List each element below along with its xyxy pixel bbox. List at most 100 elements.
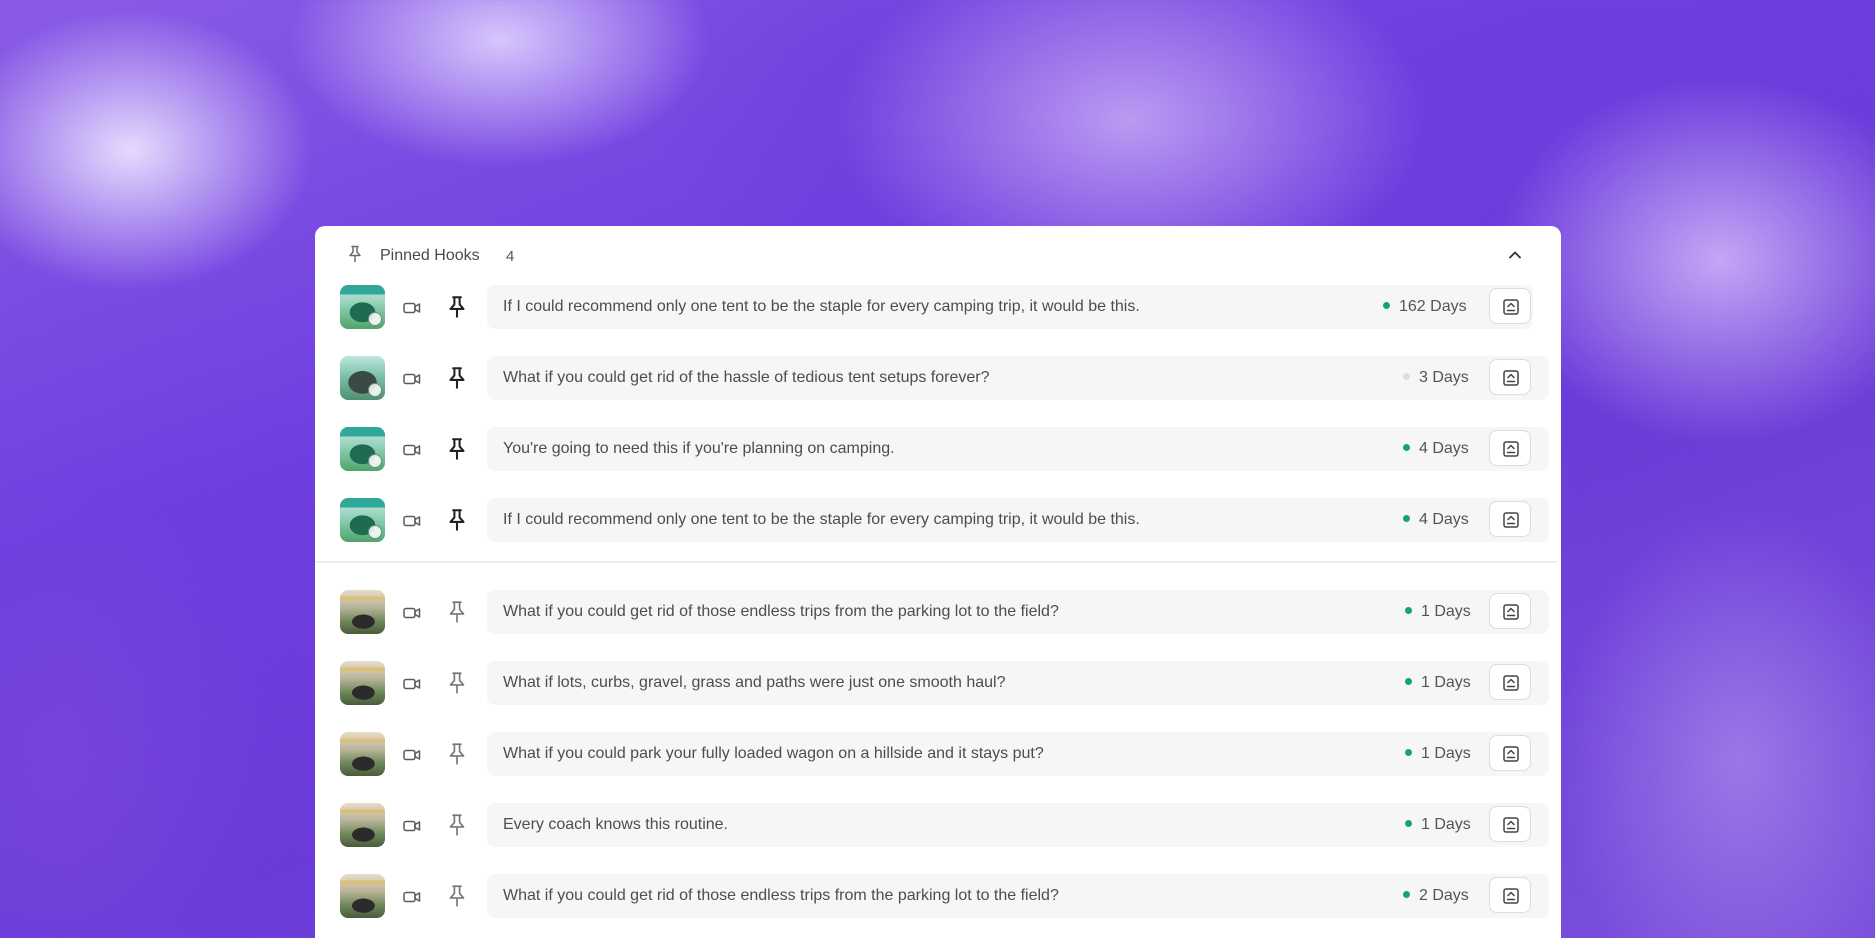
panel-header: Pinned Hooks 4 (315, 226, 1561, 286)
pin-icon (345, 244, 365, 264)
status-indicator: 1 Days (1405, 816, 1471, 836)
pin-toggle-icon[interactable] (444, 599, 470, 625)
open-hook-button[interactable] (1489, 806, 1531, 842)
status-dot (1405, 749, 1412, 757)
wagon-video-thumbnail[interactable] (340, 874, 385, 918)
status-dot (1403, 373, 1410, 381)
pin-toggle-icon[interactable] (444, 365, 470, 391)
hook-age: 4 Days (1419, 511, 1469, 528)
tent-video-thumbnail[interactable] (340, 498, 385, 542)
status-dot (1405, 678, 1412, 686)
tent-video-thumbnail[interactable] (340, 427, 385, 471)
hook-row[interactable]: What if you could park your fully loaded… (315, 730, 1561, 780)
open-hook-button[interactable] (1489, 430, 1531, 466)
pin-toggle-icon[interactable] (444, 741, 470, 767)
video-camera-icon[interactable] (401, 297, 423, 319)
hook-text: What if you could get rid of the hassle … (503, 369, 990, 386)
open-hook-button[interactable] (1489, 288, 1531, 324)
panel-title: Pinned Hooks (380, 247, 480, 264)
open-hook-button[interactable] (1489, 664, 1531, 700)
hook-text-field[interactable]: What if you could park your fully loaded… (487, 732, 1549, 776)
play-badge-icon (368, 383, 382, 397)
tent-video-thumbnail[interactable] (340, 356, 385, 400)
hook-text-field[interactable]: What if you could get rid of the hassle … (487, 356, 1549, 400)
video-camera-icon[interactable] (401, 673, 423, 695)
hook-row[interactable]: If I could recommend only one tent to be… (315, 283, 1561, 333)
hook-text-field[interactable]: Every coach knows this routine. (487, 803, 1549, 847)
hook-age: 1 Days (1421, 816, 1471, 833)
video-camera-icon[interactable] (401, 744, 423, 766)
play-badge-icon (368, 454, 382, 468)
hook-row[interactable]: What if you could get rid of those endle… (315, 872, 1561, 922)
pin-toggle-icon[interactable] (444, 883, 470, 909)
hook-age: 1 Days (1421, 674, 1471, 691)
status-indicator: 3 Days (1403, 369, 1469, 389)
status-indicator: 2 Days (1403, 887, 1469, 907)
play-badge-icon (368, 525, 382, 539)
tent-video-thumbnail[interactable] (340, 285, 385, 329)
hook-age: 1 Days (1421, 603, 1471, 620)
status-dot (1405, 607, 1412, 615)
status-indicator: 1 Days (1405, 745, 1471, 765)
status-indicator: 162 Days (1383, 298, 1467, 318)
status-dot (1383, 302, 1390, 310)
pin-toggle-icon[interactable] (444, 294, 470, 320)
hook-text: What if you could get rid of those endle… (503, 887, 1059, 904)
hook-text-field[interactable]: What if lots, curbs, gravel, grass and p… (487, 661, 1549, 705)
video-camera-icon[interactable] (401, 602, 423, 624)
hook-text-field[interactable]: If I could recommend only one tent to be… (487, 285, 1533, 329)
hook-text-field[interactable]: You're going to need this if you're plan… (487, 427, 1549, 471)
wagon-video-thumbnail[interactable] (340, 732, 385, 776)
hook-row[interactable]: What if you could get rid of those endle… (315, 588, 1561, 638)
video-camera-icon[interactable] (401, 368, 423, 390)
hook-text: What if lots, curbs, gravel, grass and p… (503, 674, 1006, 691)
open-hook-button[interactable] (1489, 877, 1531, 913)
status-dot (1405, 820, 1412, 828)
wagon-video-thumbnail[interactable] (340, 590, 385, 634)
hook-row[interactable]: Every coach knows this routine. 1 Days (315, 801, 1561, 851)
status-indicator: 1 Days (1405, 674, 1471, 694)
pin-toggle-icon[interactable] (444, 670, 470, 696)
hook-age: 3 Days (1419, 369, 1469, 386)
section-divider (315, 561, 1557, 563)
open-hook-button[interactable] (1489, 501, 1531, 537)
open-hook-button[interactable] (1489, 735, 1531, 771)
pin-toggle-icon[interactable] (444, 507, 470, 533)
video-camera-icon[interactable] (401, 886, 423, 908)
open-hook-button[interactable] (1489, 359, 1531, 395)
status-indicator: 4 Days (1403, 440, 1469, 460)
pinned-count-badge: 4 (506, 248, 515, 265)
hook-text: Every coach knows this routine. (503, 816, 728, 833)
pin-toggle-icon[interactable] (444, 812, 470, 838)
pinned-hooks-panel: Pinned Hooks 4 If I could recommend only… (315, 226, 1561, 938)
hook-text: What if you could get rid of those endle… (503, 603, 1059, 620)
wagon-video-thumbnail[interactable] (340, 803, 385, 847)
hook-row[interactable]: What if you could get rid of the hassle … (315, 354, 1561, 404)
play-badge-icon (368, 312, 382, 326)
hook-age: 162 Days (1399, 298, 1467, 315)
hook-text-field[interactable]: What if you could get rid of those endle… (487, 874, 1549, 918)
hook-row[interactable]: What if lots, curbs, gravel, grass and p… (315, 659, 1561, 709)
status-indicator: 1 Days (1405, 603, 1471, 623)
hook-text: What if you could park your fully loaded… (503, 745, 1044, 762)
hook-text-field[interactable]: If I could recommend only one tent to be… (487, 498, 1549, 542)
collapse-chevron-up-icon[interactable] (1505, 245, 1525, 265)
hook-text: You're going to need this if you're plan… (503, 440, 895, 457)
status-dot (1403, 515, 1410, 523)
hook-age: 2 Days (1419, 887, 1469, 904)
status-dot (1403, 444, 1410, 452)
open-hook-button[interactable] (1489, 593, 1531, 629)
video-camera-icon[interactable] (401, 815, 423, 837)
hook-text: If I could recommend only one tent to be… (503, 511, 1140, 528)
hook-text: If I could recommend only one tent to be… (503, 298, 1140, 315)
status-dot (1403, 891, 1410, 899)
pin-toggle-icon[interactable] (444, 436, 470, 462)
video-camera-icon[interactable] (401, 510, 423, 532)
video-camera-icon[interactable] (401, 439, 423, 461)
hook-row[interactable]: If I could recommend only one tent to be… (315, 496, 1561, 546)
hook-text-field[interactable]: What if you could get rid of those endle… (487, 590, 1549, 634)
hook-row[interactable]: You're going to need this if you're plan… (315, 425, 1561, 475)
status-indicator: 4 Days (1403, 511, 1469, 531)
hook-age: 1 Days (1421, 745, 1471, 762)
wagon-video-thumbnail[interactable] (340, 661, 385, 705)
